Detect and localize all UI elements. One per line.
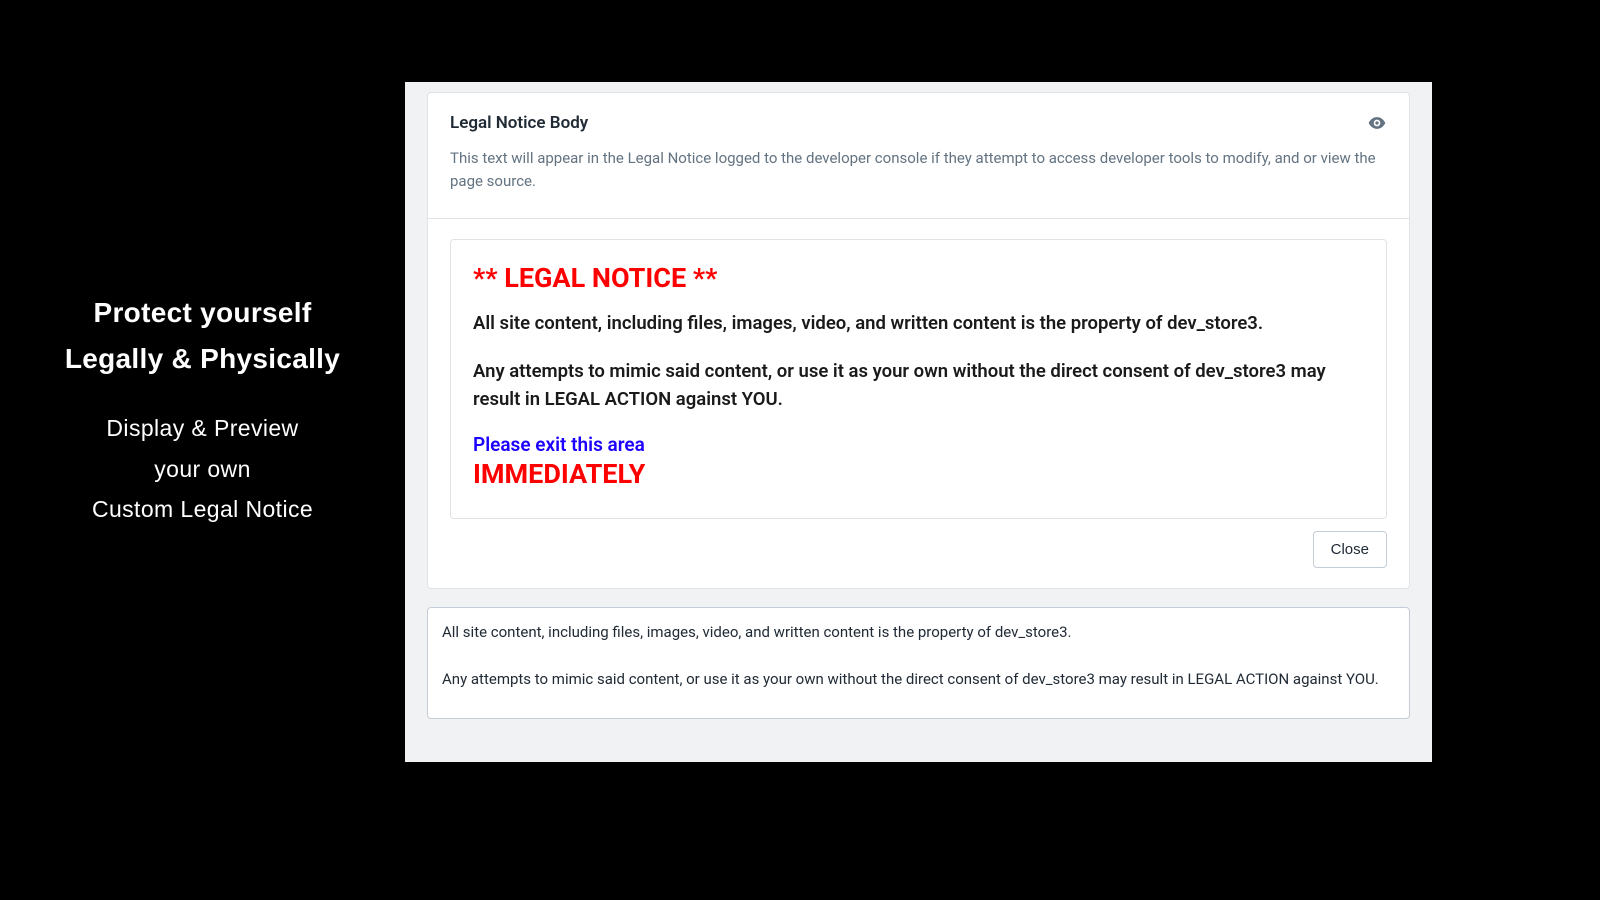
subtext-line-2: your own bbox=[92, 449, 313, 489]
legal-notice-para-2: Any attempts to mimic said content, or u… bbox=[473, 358, 1364, 414]
preview-actions: Close bbox=[428, 519, 1409, 588]
legal-notice-heading: ** LEGAL NOTICE ** bbox=[473, 262, 1364, 294]
legal-notice-immediately: IMMEDIATELY bbox=[473, 458, 1364, 490]
legal-notice-preview: ** LEGAL NOTICE ** All site content, inc… bbox=[450, 239, 1387, 519]
eye-icon[interactable] bbox=[1367, 113, 1387, 133]
marketing-headline: Protect yourself Legally & Physically bbox=[65, 290, 340, 382]
subtext-line-3: Custom Legal Notice bbox=[92, 489, 313, 529]
divider bbox=[428, 218, 1409, 219]
settings-panel: Legal Notice Body This text will appear … bbox=[405, 82, 1432, 762]
card-title-row: Legal Notice Body bbox=[450, 113, 1387, 133]
marketing-sidebar: Protect yourself Legally & Physically Di… bbox=[0, 0, 405, 900]
card-description: This text will appear in the Legal Notic… bbox=[450, 147, 1387, 192]
card-header: Legal Notice Body This text will appear … bbox=[428, 93, 1409, 206]
card-title: Legal Notice Body bbox=[450, 113, 588, 133]
headline-line-2: Legally & Physically bbox=[65, 336, 340, 382]
close-button[interactable]: Close bbox=[1313, 531, 1387, 568]
legal-notice-para-1: All site content, including files, image… bbox=[473, 310, 1364, 338]
subtext-line-1: Display & Preview bbox=[92, 408, 313, 448]
marketing-subtext: Display & Preview your own Custom Legal … bbox=[92, 408, 313, 529]
legal-notice-exit-line: Please exit this area bbox=[473, 433, 1364, 456]
headline-line-1: Protect yourself bbox=[65, 290, 340, 336]
legal-notice-card: Legal Notice Body This text will appear … bbox=[427, 92, 1410, 589]
legal-notice-body-input[interactable] bbox=[427, 607, 1410, 719]
